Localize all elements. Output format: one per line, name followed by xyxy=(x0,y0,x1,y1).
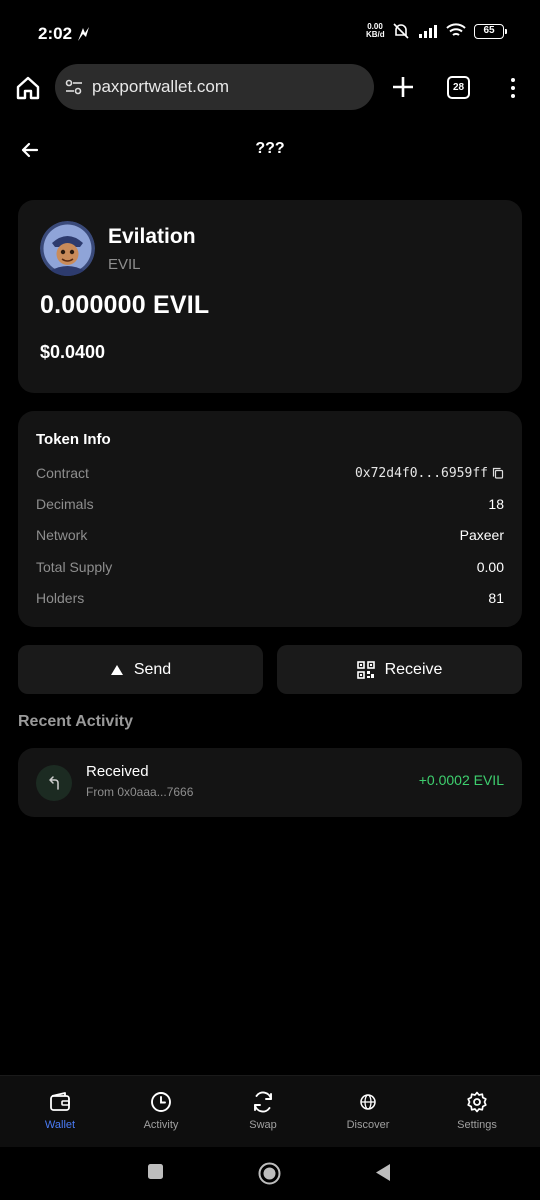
system-navigation-bar xyxy=(0,1150,540,1200)
info-row-contract: Contract 0x72d4f0...6959ff xyxy=(36,463,504,483)
browser-toolbar: paxportwallet.com 28 xyxy=(0,64,540,112)
nav-label: Settings xyxy=(457,1119,497,1131)
activity-item[interactable]: Received From 0x0aaa...7666 +0.0002 EVIL xyxy=(18,748,522,817)
info-value: 81 xyxy=(488,590,504,606)
url-text[interactable]: paxportwallet.com xyxy=(92,77,229,97)
page-header: ??? xyxy=(0,128,540,172)
info-label: Total Supply xyxy=(36,559,113,575)
site-settings-icon[interactable] xyxy=(64,77,84,97)
token-info-title: Token Info xyxy=(36,431,111,448)
activity-from: From 0x0aaa...7666 xyxy=(86,785,194,799)
token-usd-value: $0.0400 xyxy=(40,342,106,362)
info-row-holders: Holders 81 xyxy=(36,588,504,608)
token-name: Evilation xyxy=(108,225,196,248)
battery-indicator: 65 xyxy=(474,23,507,39)
tab-switcher-button[interactable]: 28 xyxy=(447,76,470,99)
info-label: Holders xyxy=(36,590,85,606)
net-speed-unit: KB/d xyxy=(366,30,385,39)
nav-label: Wallet xyxy=(44,1119,76,1131)
status-bar: 2:02 0.00 KB/d 65 xyxy=(0,0,540,64)
dnd-bell-icon xyxy=(393,23,409,39)
more-menu-icon[interactable] xyxy=(502,74,524,102)
gear-icon xyxy=(467,1091,487,1113)
info-value: 18 xyxy=(488,496,504,512)
back-triangle-icon[interactable] xyxy=(374,1163,392,1182)
wifi-icon xyxy=(446,23,466,36)
nav-wallet[interactable]: Wallet xyxy=(20,1090,100,1131)
page-title: ??? xyxy=(255,140,285,157)
receive-label: Receive xyxy=(384,660,443,678)
wallet-icon xyxy=(50,1092,70,1111)
send-button[interactable]: Send xyxy=(18,645,263,694)
nav-activity[interactable]: Activity xyxy=(121,1090,201,1131)
token-info-card: Token Info Contract 0x72d4f0...6959ff De… xyxy=(18,411,522,627)
recents-square-icon[interactable] xyxy=(147,1163,164,1180)
info-row-total-supply: Total Supply 0.00 xyxy=(36,557,504,577)
info-value: 0.00 xyxy=(476,559,504,575)
signal-icon xyxy=(419,25,437,38)
address-bar[interactable]: paxportwallet.com xyxy=(55,64,374,110)
info-label: Contract xyxy=(36,465,89,481)
nav-discover[interactable]: Discover xyxy=(328,1090,408,1131)
send-label: Send xyxy=(133,660,172,678)
activity-type: Received xyxy=(86,763,149,780)
send-triangle-icon xyxy=(110,664,123,675)
copy-icon[interactable] xyxy=(492,467,504,479)
new-tab-icon[interactable] xyxy=(390,74,416,100)
token-avatar xyxy=(40,221,95,276)
info-value: 0x72d4f0...6959ff xyxy=(354,465,488,481)
receive-button[interactable]: Receive xyxy=(277,645,522,694)
info-label: Decimals xyxy=(36,496,94,512)
globe-icon xyxy=(360,1094,376,1110)
received-arrow-icon xyxy=(36,765,72,801)
recent-activity-title: Recent Activity xyxy=(18,713,133,730)
info-row-decimals: Decimals 18 xyxy=(36,494,504,514)
home-circle-icon[interactable] xyxy=(258,1162,281,1185)
token-summary-card: Evilation EVIL 0.000000 EVIL $0.0400 xyxy=(18,200,522,393)
clock-icon xyxy=(151,1092,171,1112)
status-indicators: 0.00 KB/d 65 xyxy=(366,22,507,40)
nav-label: Discover xyxy=(346,1119,390,1131)
contract-address[interactable]: 0x72d4f0...6959ff xyxy=(355,466,504,481)
swap-icon xyxy=(254,1091,272,1113)
info-label: Network xyxy=(36,527,88,543)
token-balance: 0.000000 EVIL xyxy=(40,291,210,319)
qr-code-icon xyxy=(356,660,375,679)
nav-settings[interactable]: Settings xyxy=(437,1090,517,1131)
token-symbol: EVIL xyxy=(108,256,141,273)
activity-amount: +0.0002 EVIL xyxy=(418,772,504,788)
status-time: 2:02 xyxy=(38,24,73,43)
net-speed: 0.00 KB/d xyxy=(366,23,385,39)
nav-swap[interactable]: Swap xyxy=(223,1090,303,1131)
app-notification-icon xyxy=(78,27,89,41)
home-icon[interactable] xyxy=(14,74,42,102)
info-row-network: Network Paxeer xyxy=(36,525,504,545)
nav-label: Activity xyxy=(143,1119,179,1131)
nav-label: Swap xyxy=(249,1119,277,1131)
bottom-navigation: Wallet Activity Swap Discover Settings xyxy=(0,1075,540,1147)
info-value: Paxeer xyxy=(459,527,504,543)
